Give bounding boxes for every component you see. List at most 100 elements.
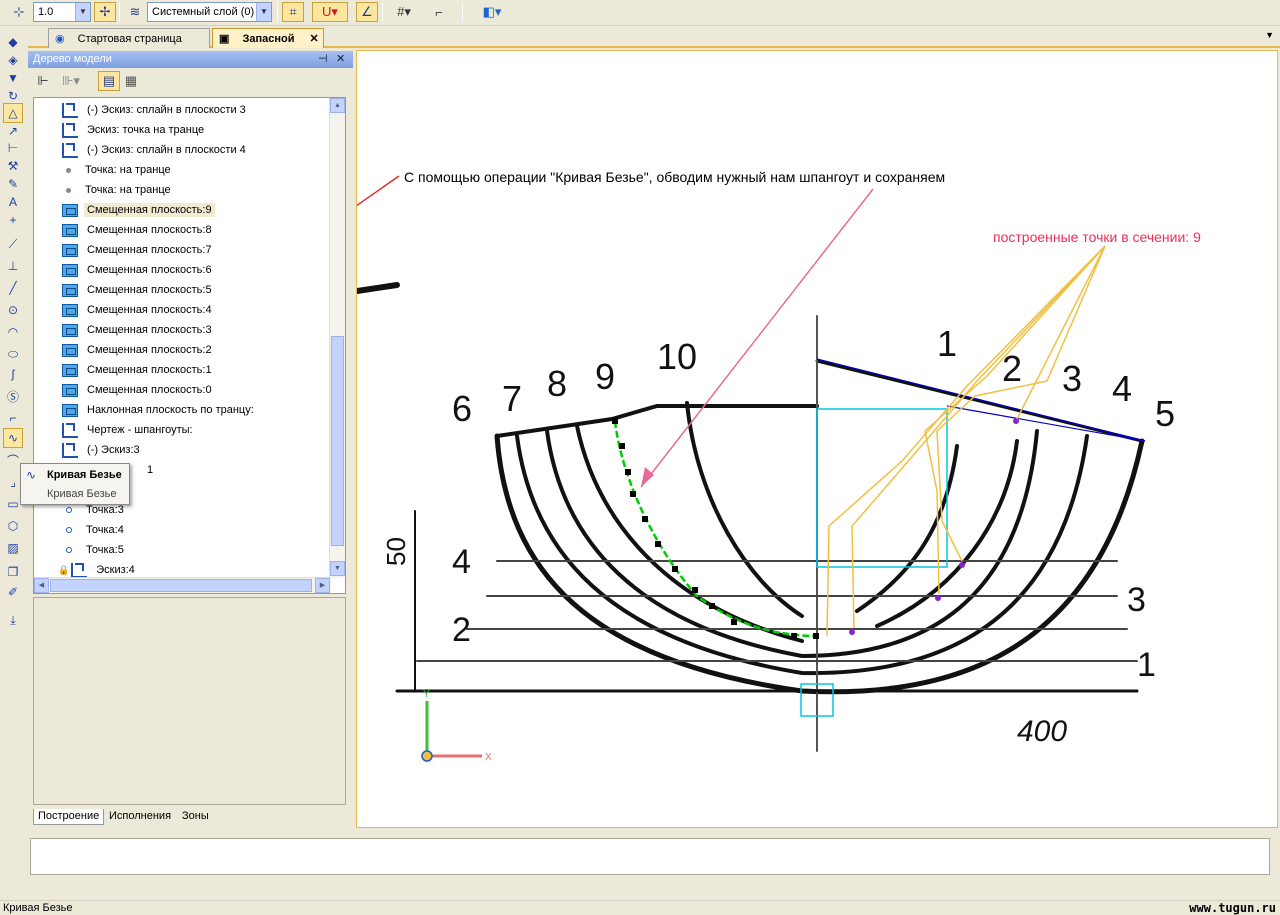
tab-zones[interactable]: Зоны [178,809,213,825]
bezier-tool-icon[interactable]: ∿ [3,428,23,448]
scroll-thumb[interactable] [331,336,344,546]
text-icon[interactable]: A [3,192,23,212]
tab-start-page[interactable]: ◉ Стартовая страница [48,28,210,48]
display-mode-icon[interactable]: ◧▾ [474,2,510,22]
tab-label: Стартовая страница [77,33,182,45]
tree-item[interactable]: Смещенная плоскость:7 [62,240,215,260]
drawing-canvas[interactable]: 6 7 8 9 10 1 2 3 4 5 4231 50 400 Y X С помощью оп… [356,50,1278,828]
tree-item[interactable] [144,480,150,500]
grid-icon[interactable]: #▾ [388,2,420,22]
tree-item-label: Смещенная плоскость:0 [87,384,212,396]
tree-item[interactable]: Чертеж - шпангоуты: [62,420,196,440]
horizontal-scrollbar[interactable]: ◀ ▶ [34,577,331,593]
scroll-right-icon[interactable]: ▶ [315,578,330,593]
tree-item[interactable]: Смещенная плоскость:5 [62,280,215,300]
close-icon[interactable]: ✕ [336,52,345,65]
watermark: www.tugun.ru [1189,901,1276,915]
point-add-icon[interactable]: + [3,210,23,230]
tree-item[interactable]: Смещенная плоскость:1 [62,360,215,380]
tree-item-label: Точка:3 [86,504,124,516]
annotation-main: С помощью операции "Кривая Безье", обвод… [404,169,946,185]
measure-icon[interactable]: ⊢ [3,138,23,158]
tree-list-icon[interactable]: ▦ [120,71,142,91]
scroll-left-icon[interactable]: ◀ [34,578,49,593]
auxiliary-line-icon[interactable]: ⟋ [3,234,23,254]
frame-number: 8 [547,363,567,404]
tab-zapasnoy[interactable]: ▣ Запасной ✕ [212,28,324,48]
copy-icon[interactable]: ❐ [3,562,23,582]
segment-icon[interactable]: ╱ [3,278,23,298]
tree-view-icon[interactable]: ▤ [98,71,120,91]
geometry-icon[interactable]: △ [3,103,23,123]
paint-icon[interactable]: ✐ [3,582,23,602]
scale-combo[interactable]: 1.0 ▼ [33,2,91,22]
tree-item[interactable]: Смещенная плоскость:3 [62,320,215,340]
tree-item[interactable]: (-) Эскиз: сплайн в плоскости 3 [62,100,249,120]
bezier-curve[interactable] [613,420,820,638]
tree-item-label: Наклонная плоскость по транцу: [87,404,254,416]
hammer-icon[interactable]: ⚒ [3,156,23,176]
tree-item[interactable]: (-) Эскиз: сплайн в плоскости 4 [62,140,249,160]
tree-structure-icon[interactable]: ⊩ [32,71,54,91]
local-snap-icon[interactable]: ✢ [94,2,116,22]
parametric-icon[interactable]: ∠ [356,2,378,22]
surface-icon[interactable]: ◈ [3,50,23,70]
insert-icon[interactable]: ⤓ [3,610,23,630]
magnet-icon[interactable]: U▾ [312,2,348,22]
nurbs-icon[interactable]: Ⓢ [3,386,23,406]
chevron-down-icon[interactable]: ▼ [75,3,90,21]
tree-item-label: Точка: на транце [85,164,171,176]
arc-icon[interactable]: ◠ [3,322,23,342]
tab-executions[interactable]: Исполнения [105,809,175,825]
snap-icon[interactable]: ⊹ [8,2,30,22]
close-icon[interactable]: ✕ [310,33,319,45]
tree-item[interactable]: (-) Эскиз:3 [62,440,143,460]
tree-item[interactable]: Точка: на транце [62,160,174,180]
part-icon: ▣ [219,33,230,45]
bezier-tooltip: ∿ Кривая Безье Кривая Безье [20,463,130,505]
filter-icon[interactable]: ▼ [3,68,23,88]
tree-item[interactable]: Смещенная плоскость:9 [62,200,215,220]
tree-item[interactable]: 1 [144,460,156,480]
tree-item-label: (-) Эскиз: сплайн в плоскости 4 [87,144,246,156]
tree-item[interactable]: Точка:5 [62,540,127,560]
sketch-mode-icon[interactable]: ⌗ [282,2,304,22]
plane-icon [62,403,78,417]
layers-icon[interactable]: ≋ [124,2,146,22]
tree-item[interactable]: Смещенная плоскость:6 [62,260,215,280]
tree-item[interactable]: Смещенная плоскость:0 [62,380,215,400]
vertical-scrollbar[interactable]: ▲ ▼ [329,98,345,578]
scroll-thumb[interactable] [50,579,312,592]
plane-icon [62,343,78,357]
polygon-icon[interactable]: ⬡ [3,516,23,536]
chevron-down-icon[interactable]: ▼ [256,3,271,21]
tree-filter-icon[interactable]: ⊪▾ [56,71,86,91]
tooltip-title: Кривая Безье [47,469,122,481]
scroll-down-icon[interactable]: ▼ [330,561,345,576]
circle-icon[interactable]: ⊙ [3,300,23,320]
tree-item[interactable]: Точка:4 [62,520,127,540]
layer-combo[interactable]: Системный слой (0) ▼ [147,2,272,22]
tree-item[interactable]: Точка: на транце [62,180,174,200]
tree-item[interactable]: Смещенная плоскость:8 [62,220,215,240]
ellipse-icon[interactable]: ⬭ [3,344,23,364]
tab-build[interactable]: Построение [33,809,105,825]
frame-number: 4 [1112,368,1132,409]
hatch-icon[interactable]: ▨ [3,538,23,558]
tabs-menu-icon[interactable]: ▼ [1265,30,1274,40]
spline-icon[interactable]: ʃ [3,364,23,384]
tree-item[interactable]: Эскиз: точка на транце [62,120,207,140]
frame-number: 10 [657,336,697,377]
scroll-up-icon[interactable]: ▲ [330,98,345,113]
tree-item[interactable]: Смещенная плоскость:2 [62,340,215,360]
tree-item[interactable]: Наклонная плоскость по транцу: [62,400,257,420]
polyline-icon[interactable]: ⌐ [3,408,23,428]
pin-icon[interactable]: ⊣ [318,52,328,65]
tree-item[interactable]: Смещенная плоскость:4 [62,300,215,320]
cube-icon[interactable]: ◆ [3,32,23,52]
ortho-icon[interactable]: ⌐ [428,2,450,22]
tree-item-label: Смещенная плоскость:4 [87,304,212,316]
axis-gizmo [421,701,482,762]
vertical-line-icon[interactable]: ⊥ [3,256,23,276]
sketch-edit-icon[interactable]: ✎ [3,174,23,194]
